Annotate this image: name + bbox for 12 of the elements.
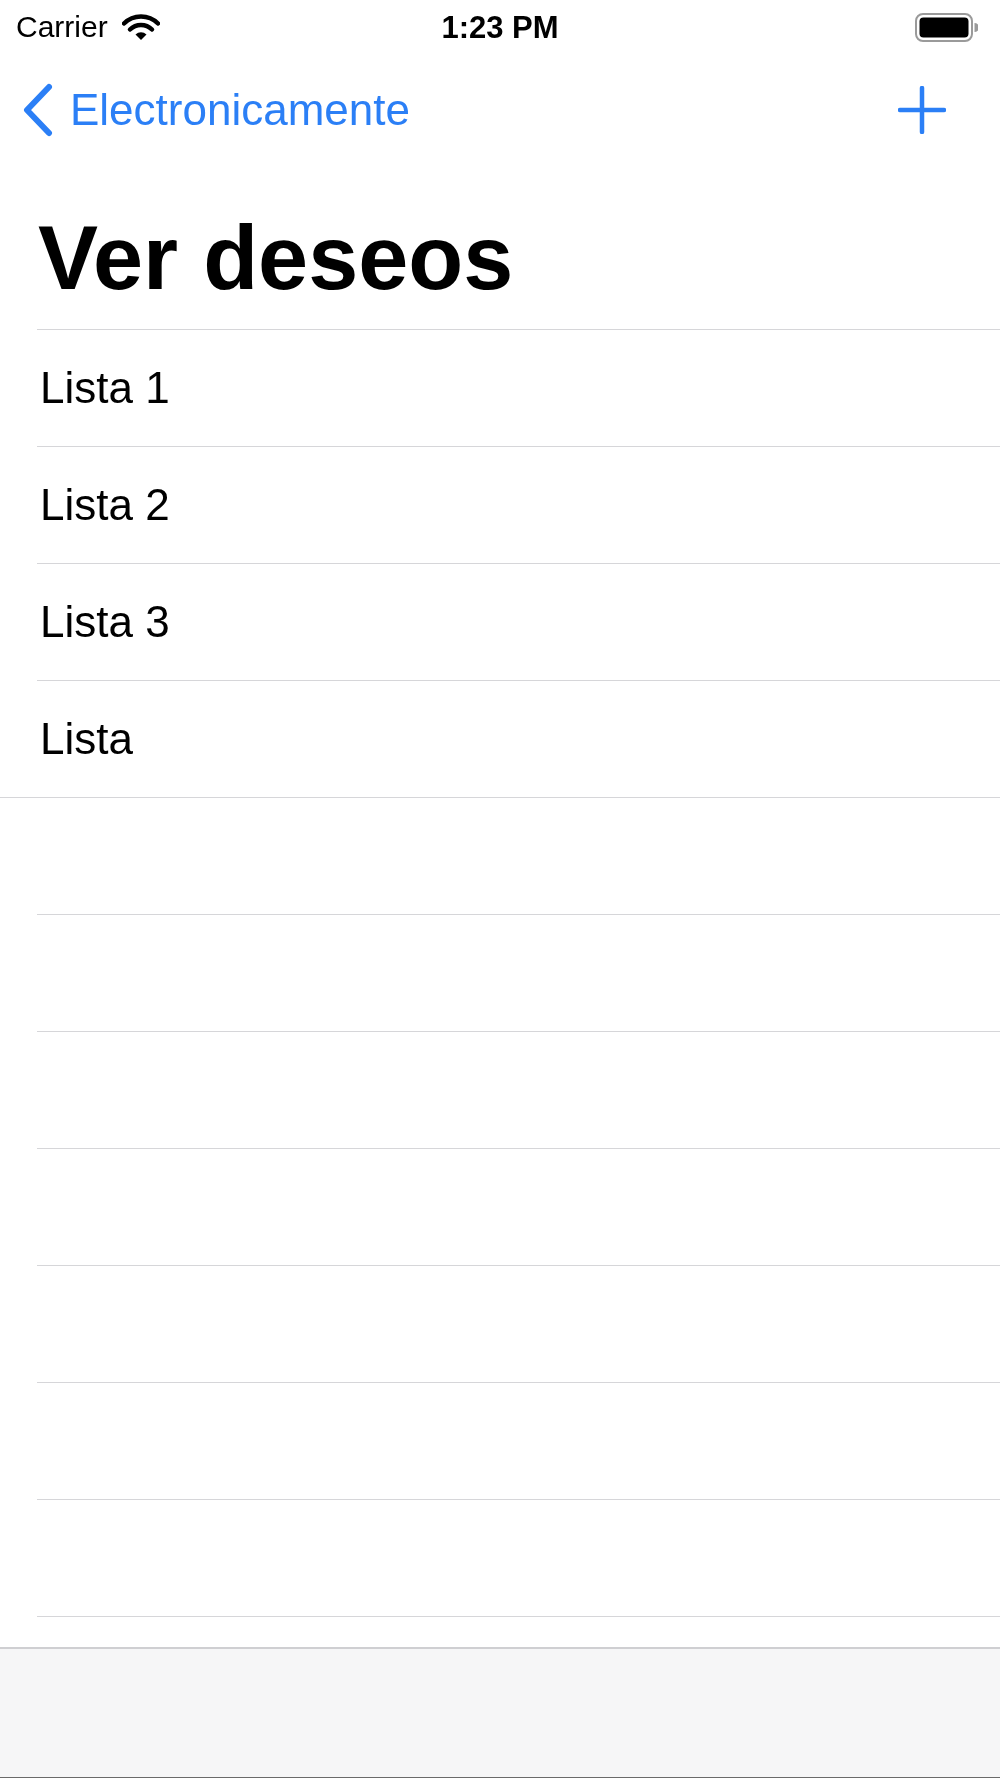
wifi-icon	[121, 13, 160, 41]
add-button[interactable]	[898, 86, 946, 134]
list-row[interactable]: Lista 3	[37, 563, 1000, 680]
status-time: 1:23 PM	[441, 11, 559, 43]
chevron-left-icon	[21, 83, 53, 137]
carrier-name: Carrier	[16, 12, 108, 42]
back-button[interactable]: Electronicamente	[0, 83, 410, 137]
battery-icon	[915, 12, 978, 42]
list-row[interactable]: Lista 1	[37, 329, 1000, 446]
list-row[interactable]: Lista 2	[37, 446, 1000, 563]
page-title: Ver deseos	[38, 213, 515, 303]
plus-icon	[898, 86, 946, 134]
